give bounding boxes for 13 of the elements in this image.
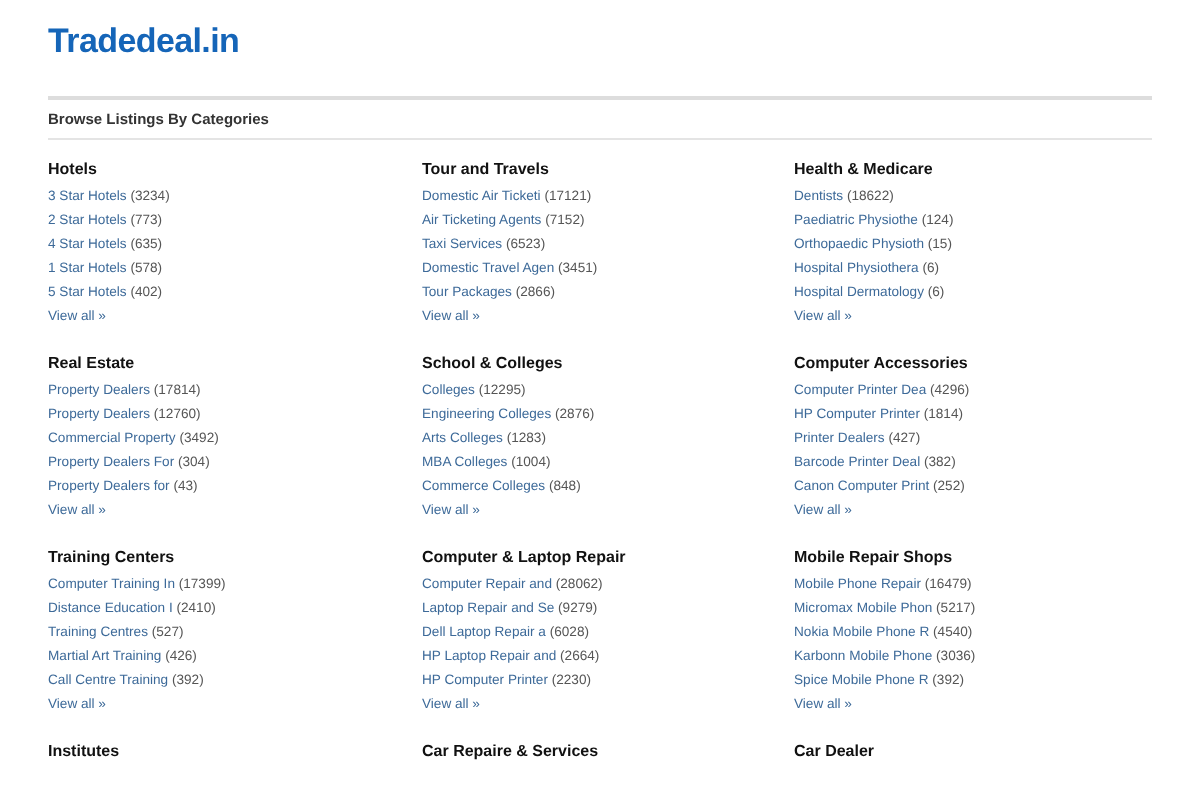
category-heading: Tour and Travels — [422, 160, 551, 180]
category-heading: Car Dealer — [794, 742, 877, 762]
category-heading: Training Centers — [48, 548, 177, 568]
category-heading: Real Estate — [48, 354, 137, 374]
category-heading: Institutes — [48, 742, 122, 762]
category-heading: School & Colleges — [422, 354, 565, 374]
category-heading: Computer Accessories — [794, 354, 970, 374]
site-logo[interactable]: Tradedeal.in — [48, 22, 240, 62]
category-heading: Mobile Repair Shops — [794, 548, 955, 568]
category-heading: Hotels — [48, 160, 99, 180]
category-heading: Car Repaire & Services — [422, 742, 601, 762]
category-heading: Computer & Laptop Repair — [422, 548, 628, 568]
category-heading: Health & Medicare — [794, 160, 935, 180]
